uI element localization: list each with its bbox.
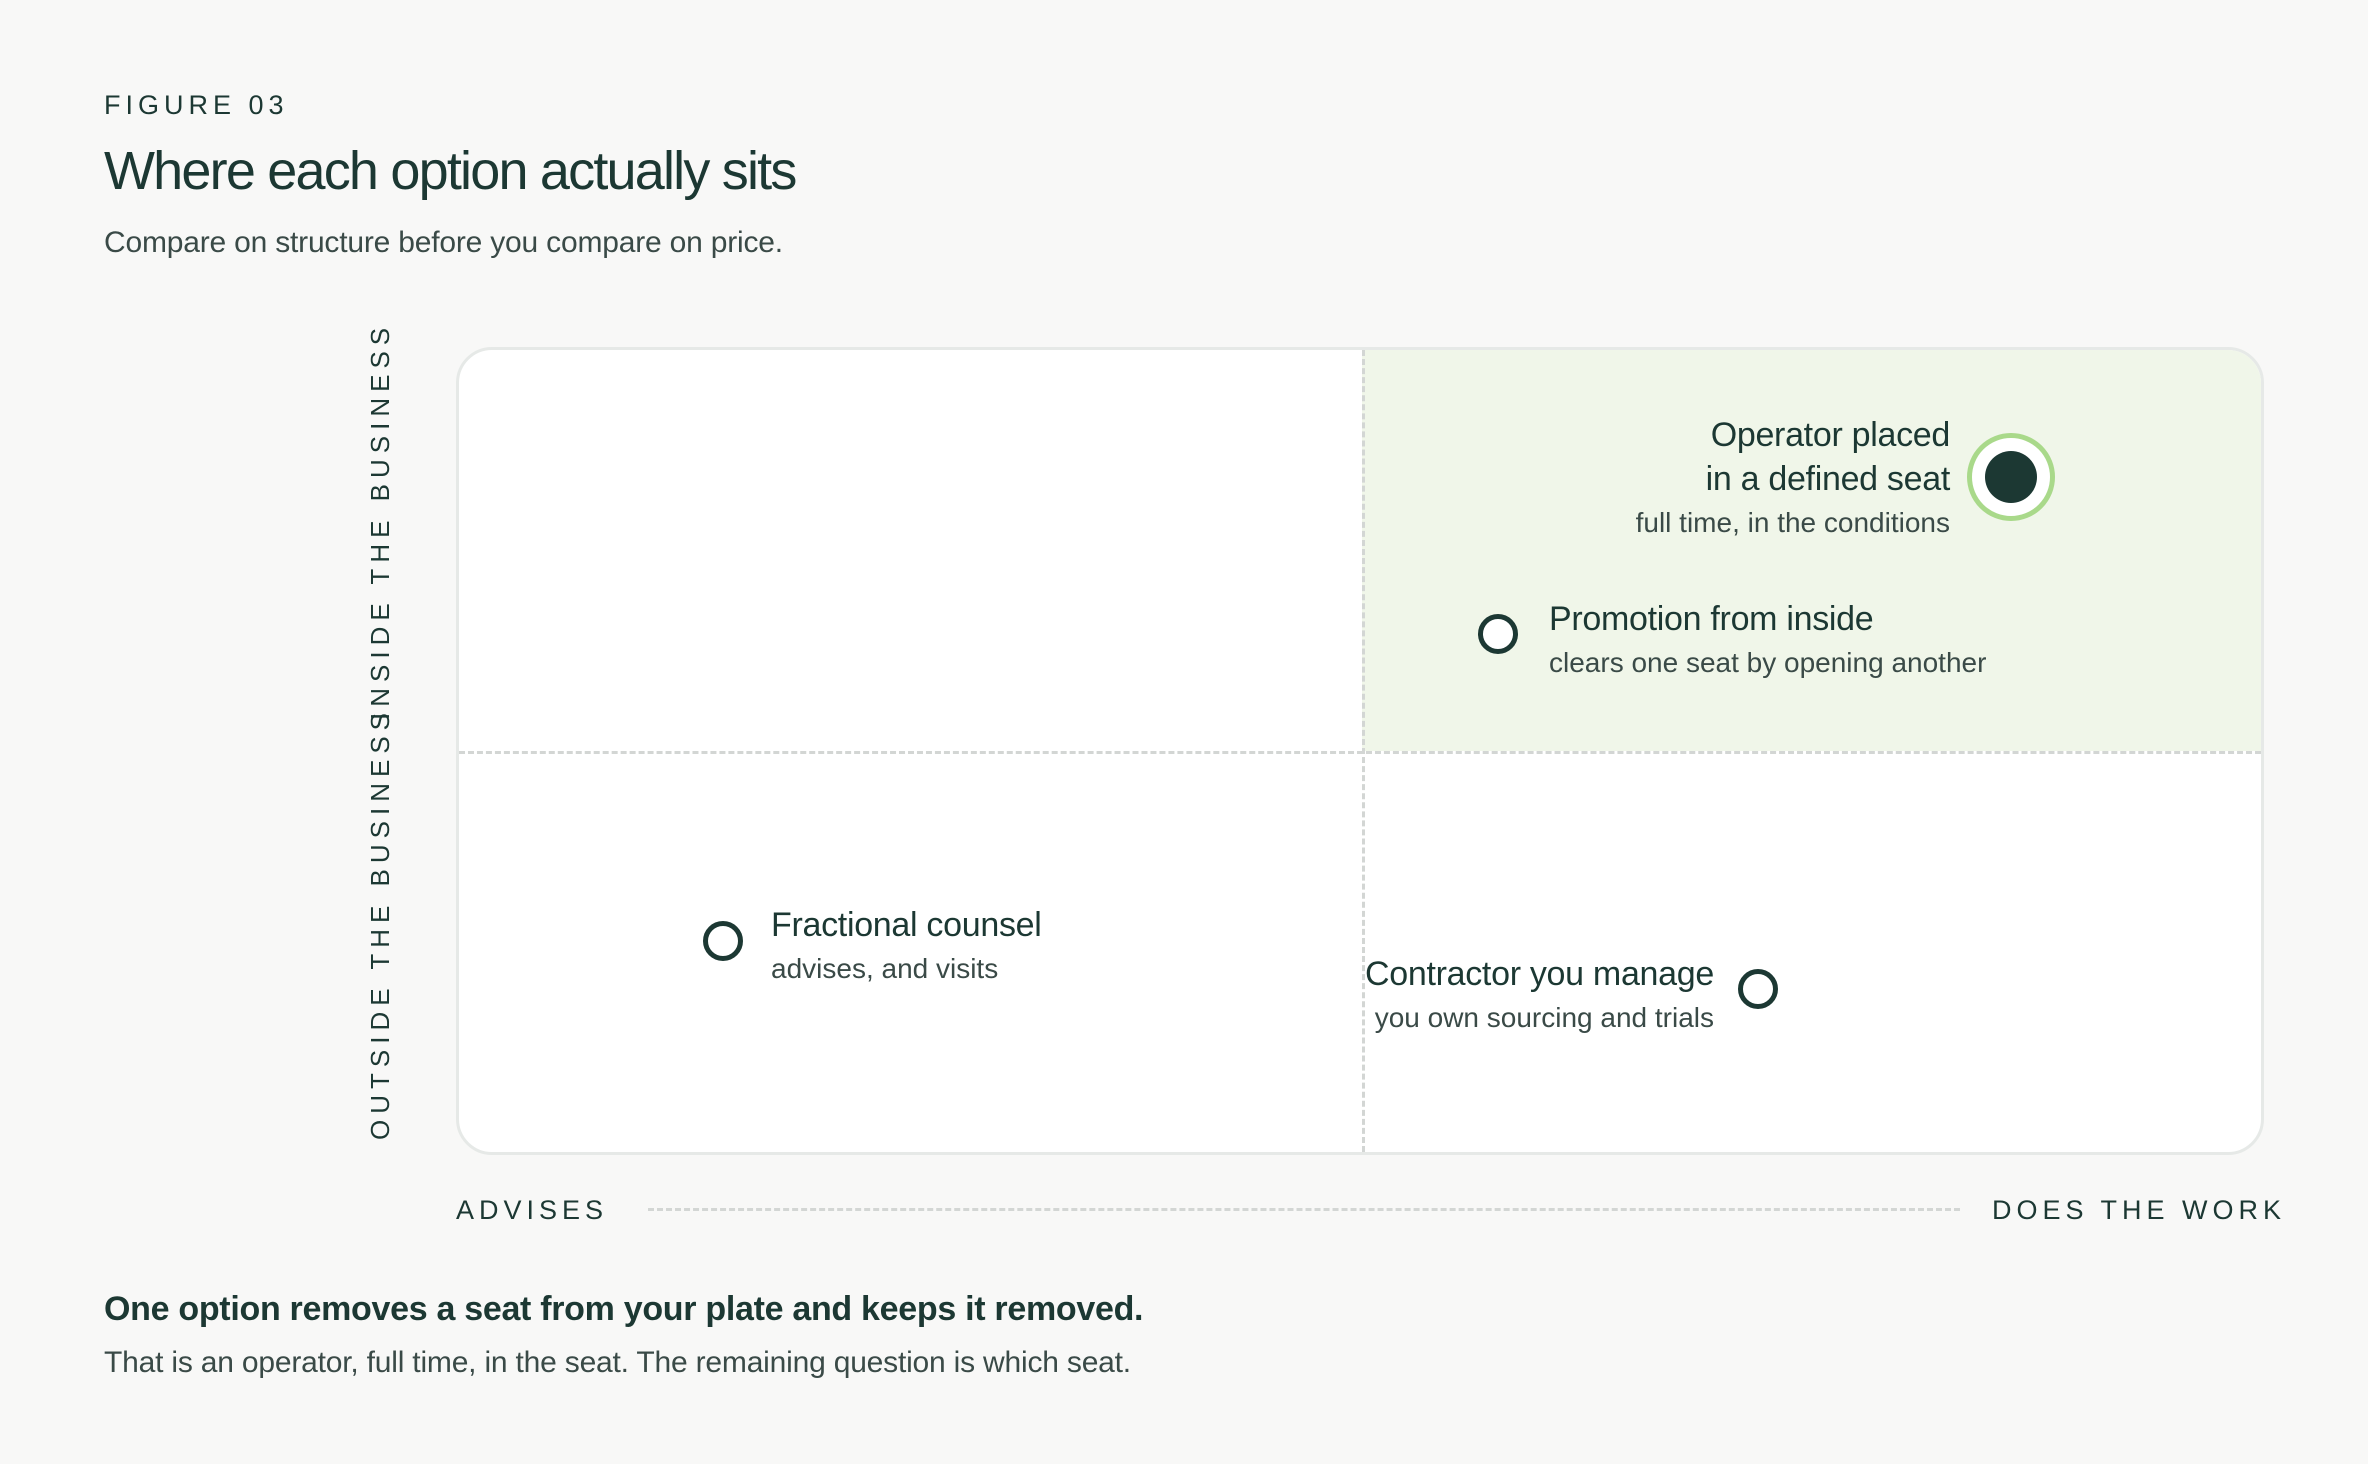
operator-label-group: Operator placed in a defined seat full t… — [1635, 413, 1951, 545]
promotion-marker — [1478, 614, 1518, 654]
horizontal-divider — [459, 751, 2261, 754]
promotion-label-group: Promotion from inside clears one seat by… — [1549, 597, 1986, 685]
figure-title: Where each option actually sits — [104, 141, 797, 201]
figure-subtitle: Compare on structure before you compare … — [104, 226, 783, 259]
y-axis-label-outside: OUTSIDE THE BUSINESS — [365, 706, 395, 1140]
fractional-marker — [703, 921, 743, 961]
contractor-title: Contractor you manage — [1364, 955, 1714, 993]
contractor-marker — [1738, 969, 1778, 1009]
promotion-title: Promotion from inside — [1549, 600, 1874, 638]
fractional-title: Fractional counsel — [771, 906, 1042, 944]
operator-marker — [1967, 433, 2055, 521]
fractional-label-group: Fractional counsel advises, and visits — [771, 903, 1042, 991]
contractor-label-group: Contractor you manage you own sourcing a… — [1365, 952, 1714, 1040]
operator-note: full time, in the conditions — [1635, 507, 1950, 538]
operator-marker-core — [1985, 451, 2037, 503]
highlighted-quadrant — [1362, 350, 2261, 751]
conclusion-body: That is an operator, full time, in the s… — [104, 1346, 1131, 1379]
conclusion-heading: One option removes a seat from your plat… — [104, 1290, 1144, 1328]
x-axis-label-advises: ADVISES — [456, 1195, 609, 1225]
x-axis-dashed-line — [648, 1208, 1960, 1211]
promotion-note: clears one seat by opening another — [1549, 647, 1987, 678]
operator-title-line1: Operator placed — [1710, 416, 1951, 454]
fractional-note: advises, and visits — [771, 953, 999, 984]
x-axis-label-does-the-work: DOES THE WORK — [1992, 1195, 2287, 1225]
figure-label: FIGURE 03 — [104, 90, 289, 120]
operator-title-line2: in a defined seat — [1705, 460, 1951, 498]
contractor-note: you own sourcing and trials — [1374, 1002, 1714, 1033]
y-axis-label-inside: INSIDE THE BUSINESS — [365, 321, 395, 720]
